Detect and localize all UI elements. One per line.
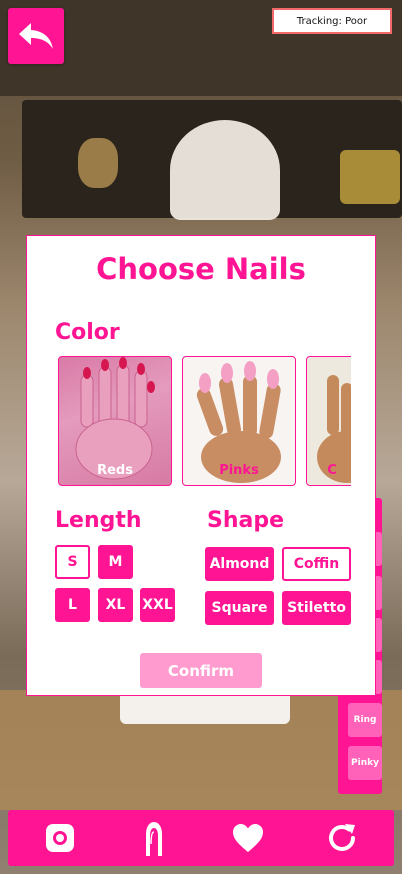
- shape-option-coffin[interactable]: Coffin: [282, 547, 351, 581]
- finger-button-ring[interactable]: Ring: [348, 703, 382, 737]
- modal-title: Choose Nails: [96, 252, 306, 286]
- length-section-label: Length: [55, 508, 142, 533]
- length-option-l[interactable]: L: [55, 588, 90, 622]
- heart-icon: [233, 824, 263, 852]
- finger-label: Ring: [353, 715, 377, 725]
- color-swatch-carousel[interactable]: Reds Pinks C: [58, 356, 351, 488]
- nail-button[interactable]: [134, 818, 174, 858]
- color-swatch-reds[interactable]: Reds: [58, 356, 172, 486]
- favorite-button[interactable]: [228, 818, 268, 858]
- nail-icon: [146, 822, 162, 856]
- confirm-button[interactable]: Confirm: [140, 653, 262, 688]
- background-jar: [340, 150, 400, 204]
- length-option-xl[interactable]: XL: [98, 588, 133, 622]
- color-swatch-pinks[interactable]: Pinks: [182, 356, 296, 486]
- length-option-m[interactable]: M: [98, 545, 133, 579]
- camera-icon: [46, 824, 74, 852]
- background-lamp: [170, 120, 280, 220]
- shape-option-square[interactable]: Square: [205, 591, 274, 625]
- back-button[interactable]: [8, 8, 64, 64]
- color-section-label: Color: [55, 320, 120, 345]
- length-option-s[interactable]: S: [55, 545, 90, 579]
- bottom-toolbar: [8, 810, 394, 866]
- camera-button[interactable]: [40, 818, 80, 858]
- refresh-button[interactable]: [322, 818, 362, 858]
- color-swatch-label: Reds: [97, 463, 133, 478]
- shape-section-label: Shape: [207, 508, 285, 533]
- finger-label: Pinky: [351, 758, 379, 768]
- background-toy: [78, 138, 118, 188]
- refresh-icon: [329, 824, 355, 851]
- color-swatch-label: C: [327, 463, 337, 478]
- shape-option-almond[interactable]: Almond: [205, 547, 274, 581]
- color-swatch-third[interactable]: C: [306, 356, 351, 486]
- finger-button-pinky[interactable]: Pinky: [348, 746, 382, 780]
- choose-nails-modal: Choose Nails Color Reds Pinks C Length S…: [26, 235, 376, 696]
- length-option-xxl[interactable]: XXL: [140, 588, 175, 622]
- back-arrow-icon: [19, 23, 53, 49]
- color-swatch-label: Pinks: [219, 463, 259, 478]
- tracking-status: Tracking: Poor: [272, 8, 392, 34]
- shape-option-stiletto[interactable]: Stiletto: [282, 591, 351, 625]
